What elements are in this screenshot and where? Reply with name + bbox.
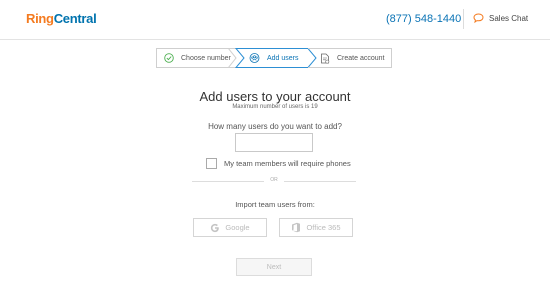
check-circle-icon bbox=[164, 53, 174, 63]
chat-bubble-icon bbox=[473, 13, 484, 23]
logo-ring-text: Ring bbox=[26, 11, 54, 26]
progress-steps: Choose number Add users Create account bbox=[156, 48, 392, 68]
phones-checkbox[interactable] bbox=[206, 158, 217, 169]
step-add-users[interactable]: Add users bbox=[236, 48, 308, 68]
step-label: Create account bbox=[337, 54, 385, 62]
users-count-input[interactable] bbox=[235, 133, 313, 152]
step-choose-number[interactable]: Choose number bbox=[156, 48, 236, 68]
or-separator: OR bbox=[192, 177, 356, 185]
logo-central-text: Central bbox=[53, 11, 97, 26]
google-icon bbox=[210, 223, 220, 233]
users-count-question: How many users do you want to add? bbox=[208, 122, 342, 131]
step-label: Choose number bbox=[181, 54, 231, 62]
next-button[interactable]: Next bbox=[236, 258, 312, 276]
top-header: RingCentral (877) 548-1440 Sales Chat bbox=[0, 0, 550, 40]
office-label: Office 365 bbox=[306, 223, 341, 232]
page-title: Add users to your account bbox=[199, 89, 351, 104]
step-create-account[interactable]: Create account bbox=[308, 48, 392, 68]
or-label: OR bbox=[270, 177, 278, 183]
header-divider bbox=[463, 9, 464, 29]
ringcentral-logo[interactable]: RingCentral bbox=[26, 11, 97, 26]
phones-checkbox-label: My team members will require phones bbox=[224, 159, 351, 168]
sales-chat-label: Sales Chat bbox=[489, 13, 529, 23]
import-google-button[interactable]: Google bbox=[193, 218, 267, 237]
import-label: Import team users from: bbox=[235, 200, 315, 209]
divider-line bbox=[284, 181, 356, 182]
signup-card: Choose number Add users Create account A… bbox=[0, 40, 550, 296]
sales-phone-link[interactable]: (877) 548-1440 bbox=[386, 13, 461, 25]
sales-chat-button[interactable]: Sales Chat bbox=[473, 13, 528, 23]
max-users-note: Maximum number of users is 19 bbox=[232, 104, 318, 110]
document-icon bbox=[320, 53, 330, 64]
users-icon bbox=[249, 53, 260, 63]
import-office365-button[interactable]: Office 365 bbox=[279, 218, 353, 237]
phones-checkbox-row[interactable]: My team members will require phones bbox=[206, 158, 351, 169]
step-label: Add users bbox=[267, 54, 299, 62]
google-label: Google bbox=[225, 223, 250, 232]
office-icon bbox=[291, 222, 301, 233]
